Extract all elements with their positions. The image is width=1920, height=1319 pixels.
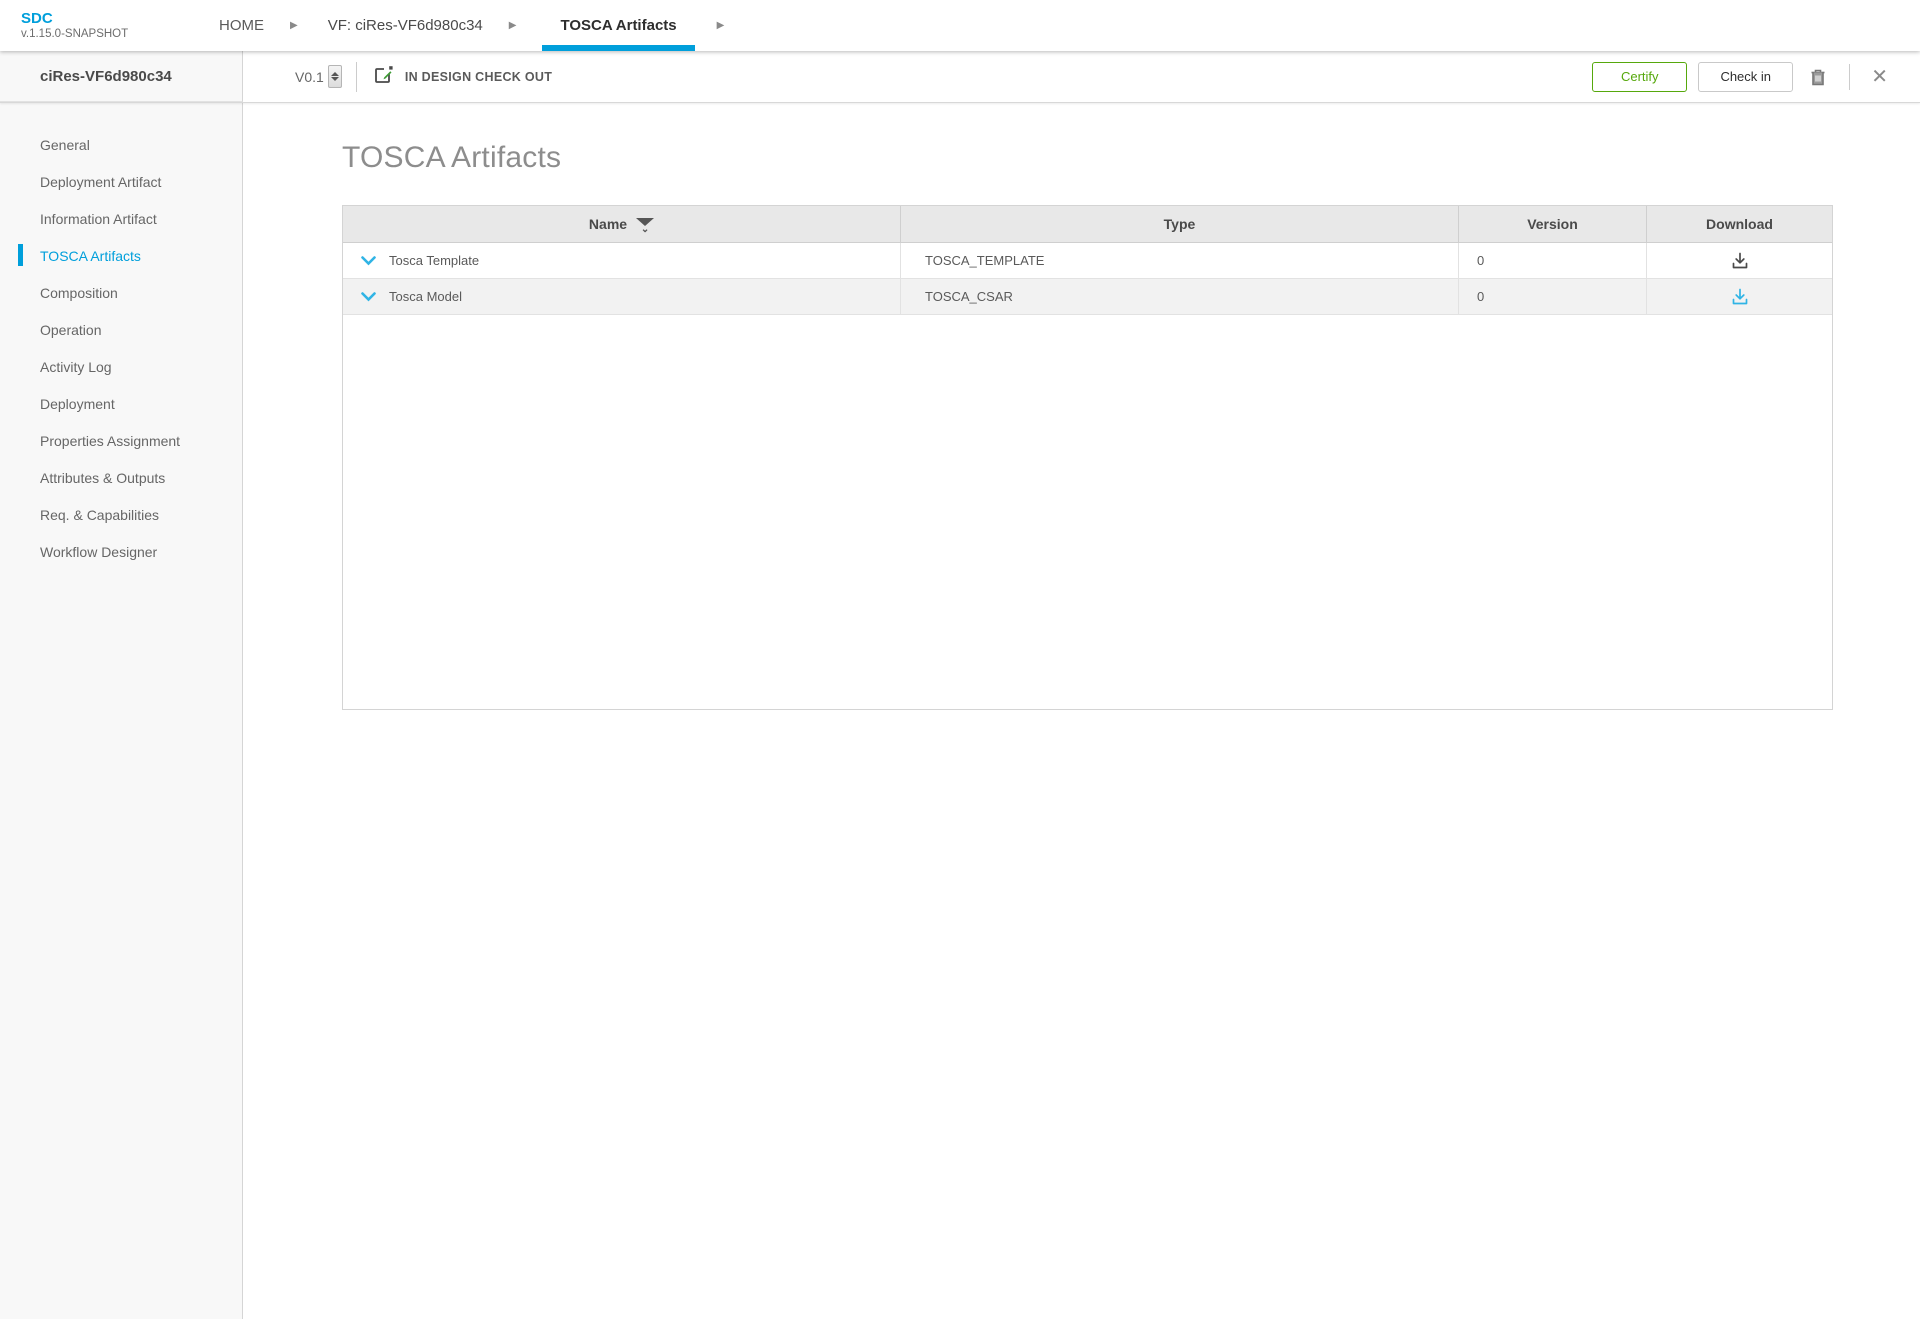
sidebar-item-properties-assignment[interactable]: Properties Assignment [0,422,242,459]
sidebar-item-attributes-outputs[interactable]: Attributes & Outputs [0,459,242,496]
download-icon [1732,252,1747,268]
sidebar-item-req-capabilities[interactable]: Req. & Capabilities [0,496,242,533]
app-logo[interactable]: SDC v.1.15.0-SNAPSHOT [0,11,215,40]
download-button[interactable] [1728,249,1752,273]
workspace-actions: Certify Check in ✕ [1592,51,1920,102]
download-cell [1647,279,1832,314]
trash-icon [1811,69,1825,85]
divider [355,61,357,92]
chevron-down-icon [361,291,376,301]
divider [1849,63,1851,90]
app-version-text: v.1.15.0-SNAPSHOT [21,28,129,40]
chevron-down-icon [361,255,376,265]
breadcrumb-tosca-artifacts[interactable]: TOSCA Artifacts [542,0,695,51]
sidebar-item-operation[interactable]: Operation [0,311,242,348]
version-selector[interactable] [327,65,342,88]
version-cell: 0 [1459,243,1647,278]
delete-button[interactable] [1804,62,1832,92]
main-content: TOSCA Artifacts Name ⌄ Type Version Down… [243,103,1920,1319]
expand-row-button[interactable] [361,291,376,302]
breadcrumb-arrow-icon: ▶ [716,20,725,31]
active-item-indicator [18,244,23,266]
name-cell: Tosca Template [343,243,901,278]
version-status-area: V0.1 IN DESIGN CHECK OUT [243,51,1593,102]
app-logo-text: SDC [21,10,53,27]
sidebar-item-information-artifact[interactable]: Information Artifact [0,200,242,237]
sidebar-item-workflow-designer[interactable]: Workflow Designer [0,533,242,570]
sidebar-item-composition[interactable]: Composition [0,274,242,311]
certify-button[interactable]: Certify [1592,61,1688,92]
page-body: General Deployment Artifact Information … [0,103,1920,1319]
version-label: V0.1 [295,68,324,85]
table-header-row: Name ⌄ Type Version Download [343,206,1832,243]
sort-filter-icon[interactable]: ⌄ [636,217,655,235]
active-tab-underline [542,45,695,51]
download-button[interactable] [1728,285,1752,309]
close-icon: ✕ [1871,65,1888,88]
workspace-header: ciRes-VF6d980c34 V0.1 IN DESIGN CHECK OU… [0,51,1920,103]
sidebar-item-general[interactable]: General [0,126,242,163]
sort-caret-icon: ⌄ [640,223,650,235]
breadcrumb-arrow-icon: ▶ [290,20,298,31]
table-row-tosca-template: Tosca Template TOSCA_TEMPLATE 0 [343,243,1832,279]
breadcrumb-home[interactable]: HOME [215,0,268,51]
column-header-download[interactable]: Download [1647,206,1832,242]
breadcrumb-arrow-icon: ▶ [508,20,517,31]
page-title: TOSCA Artifacts [342,141,562,174]
close-button[interactable]: ✕ [1867,63,1892,91]
top-navigation-bar: SDC v.1.15.0-SNAPSHOT HOME ▶ VF: ciRes-V… [0,0,1920,51]
tosca-artifacts-table: Name ⌄ Type Version Download Tosca Templ… [342,205,1833,710]
sidebar-header: ciRes-VF6d980c34 [0,51,243,102]
spinner-up-icon [330,72,339,76]
sidebar-item-deployment-artifact[interactable]: Deployment Artifact [0,163,242,200]
resource-name-title: ciRes-VF6d980c34 [40,67,172,85]
sidebar-item-tosca-artifacts[interactable]: TOSCA Artifacts [0,237,242,274]
sidebar-item-deployment[interactable]: Deployment [0,385,242,422]
table-row-tosca-model: Tosca Model TOSCA_CSAR 0 [343,279,1832,315]
expand-row-button[interactable] [361,255,376,266]
download-icon [1732,288,1747,304]
type-cell: TOSCA_CSAR [901,279,1459,314]
type-cell: TOSCA_TEMPLATE [901,243,1459,278]
check-out-icon [373,63,395,90]
version-cell: 0 [1459,279,1647,314]
column-header-type[interactable]: Type [901,206,1459,242]
sidebar-item-activity-log[interactable]: Activity Log [0,348,242,385]
spinner-down-icon [330,77,339,81]
download-cell [1647,243,1832,278]
breadcrumb-vf[interactable]: VF: ciRes-VF6d980c34 [324,0,487,51]
breadcrumb: HOME ▶ VF: ciRes-VF6d980c34 ▶ TOSCA Arti… [215,0,750,51]
lifecycle-status-label: IN DESIGN CHECK OUT [404,69,553,84]
breadcrumb-tosca-artifacts-label: TOSCA Artifacts [560,17,677,34]
sidebar-menu: General Deployment Artifact Information … [0,103,243,1319]
column-header-version[interactable]: Version [1459,206,1647,242]
column-header-name[interactable]: Name ⌄ [343,206,901,242]
check-in-button[interactable]: Check in [1698,61,1794,92]
name-cell: Tosca Model [343,279,901,314]
